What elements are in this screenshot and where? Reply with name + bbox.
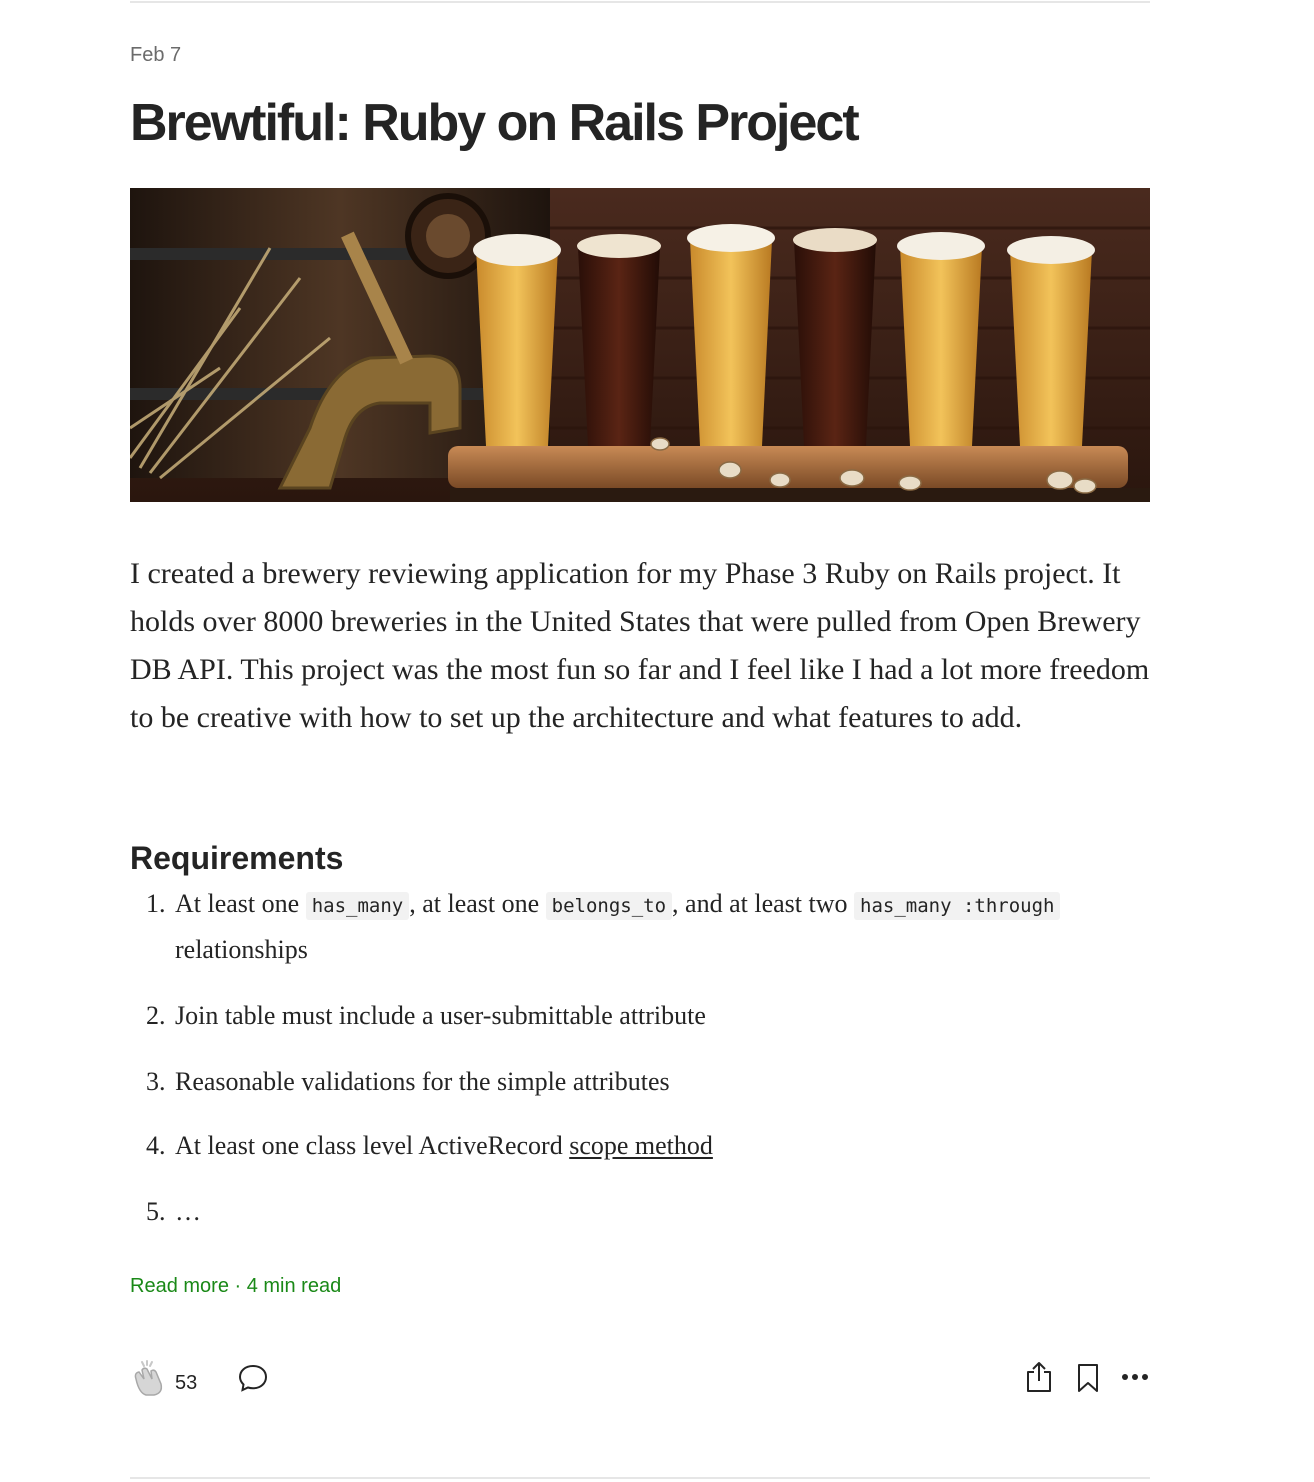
hero-image[interactable]	[130, 188, 1150, 502]
share-icon[interactable]	[1024, 1360, 1054, 1394]
post-intro: I created a brewery reviewing applicatio…	[130, 557, 1150, 734]
list-text: , at least one	[409, 889, 546, 918]
list-text: , and at least two	[672, 889, 854, 918]
code-belongs-to: belongs_to	[545, 892, 673, 920]
list-number: 1.	[146, 889, 166, 918]
list-item: 5. …	[130, 1190, 1150, 1234]
list-text: At least one class level ActiveRecord	[175, 1131, 570, 1160]
separator: ·	[228, 1275, 247, 1297]
clap-count: 53	[175, 1372, 198, 1394]
bookmark-icon[interactable]	[1074, 1363, 1102, 1393]
list-item: 2. Join table must include a user-submit…	[130, 994, 1150, 1038]
list-item: 4. At least one class level ActiveRecord…	[130, 1124, 1150, 1168]
list-text: Join table must include a user-submittab…	[175, 1001, 706, 1030]
list-text: relationships	[175, 935, 308, 964]
list-item: 1. At least one has_many, at least one b…	[130, 882, 1150, 972]
list-text: At least one	[175, 889, 306, 918]
list-number: 4.	[146, 1131, 166, 1160]
read-more-line: Read more · 4 min read	[130, 1275, 341, 1298]
bottom-divider	[130, 1477, 1150, 1479]
top-divider	[130, 1, 1150, 3]
comment-icon[interactable]	[238, 1363, 268, 1393]
clap-icon[interactable]	[130, 1357, 168, 1397]
more-icon[interactable]	[1120, 1367, 1150, 1387]
list-text: …	[175, 1197, 201, 1226]
section-heading: Requirements	[130, 840, 344, 876]
list-number: 5.	[146, 1197, 166, 1226]
requirements-list: 1. At least one has_many, at least one b…	[130, 882, 1150, 1234]
code-has-many: has_many	[305, 892, 410, 920]
read-more-link[interactable]: Read more	[130, 1275, 229, 1297]
scope-method-link[interactable]: scope method	[569, 1131, 713, 1160]
post-title[interactable]: Brewtiful: Ruby on Rails Project	[130, 90, 860, 156]
post-date: Feb 7	[130, 44, 182, 66]
list-item: 3. Reasonable validations for the simple…	[130, 1060, 1150, 1104]
list-number: 2.	[146, 1001, 166, 1030]
list-number: 3.	[146, 1067, 166, 1096]
read-time: 4 min read	[246, 1275, 342, 1297]
list-text: Reasonable validations for the simple at…	[175, 1067, 670, 1096]
code-has-many-through: has_many :through	[854, 892, 1061, 920]
action-bar: 53	[130, 1355, 1150, 1405]
